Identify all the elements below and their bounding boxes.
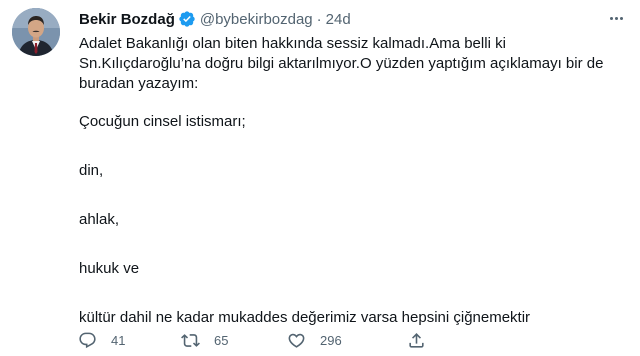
- share-icon: [407, 331, 426, 350]
- avatar-image: [12, 8, 60, 56]
- tweet-paragraph: ahlak,: [79, 211, 120, 228]
- timestamp[interactable]: 24d: [326, 11, 351, 28]
- tweet-actions: 41 65 296: [78, 330, 427, 350]
- tweet-paragraph: Adalet Bakanlığı olan biten hakkında ses…: [79, 35, 608, 92]
- tweet-paragraph: kültür dahil ne kadar mukaddes değerimiz…: [79, 309, 531, 326]
- tweet-text: Adalet Bakanlığı olan biten hakkında ses…: [79, 34, 619, 328]
- reply-count: 41: [111, 332, 126, 348]
- verified-badge-icon: [178, 10, 196, 28]
- retweet-button[interactable]: 65: [181, 331, 287, 350]
- reply-icon: [78, 331, 97, 350]
- share-button[interactable]: [407, 331, 427, 350]
- retweet-icon: [181, 331, 200, 350]
- display-name[interactable]: Bekir Bozdağ: [79, 11, 175, 28]
- retweet-count: 65: [214, 332, 229, 348]
- tweet-card[interactable]: Bekir Bozdağ @bybekirbozdag · 24d Adalet…: [0, 0, 640, 356]
- separator-dot: ·: [316, 10, 322, 28]
- tweet-header: Bekir Bozdağ @bybekirbozdag · 24d: [79, 9, 351, 29]
- avatar[interactable]: [12, 8, 60, 56]
- reply-button[interactable]: 41: [78, 331, 181, 350]
- like-button[interactable]: 296: [287, 331, 407, 350]
- author-handle[interactable]: @bybekirbozdag: [200, 11, 313, 28]
- tweet-paragraph: Çocuğun cinsel istismarı;: [79, 113, 246, 130]
- heart-icon: [287, 331, 306, 350]
- tweet-paragraph: hukuk ve: [79, 260, 140, 277]
- like-count: 296: [320, 332, 342, 348]
- more-icon[interactable]: [606, 10, 626, 26]
- tweet-paragraph: din,: [79, 162, 104, 179]
